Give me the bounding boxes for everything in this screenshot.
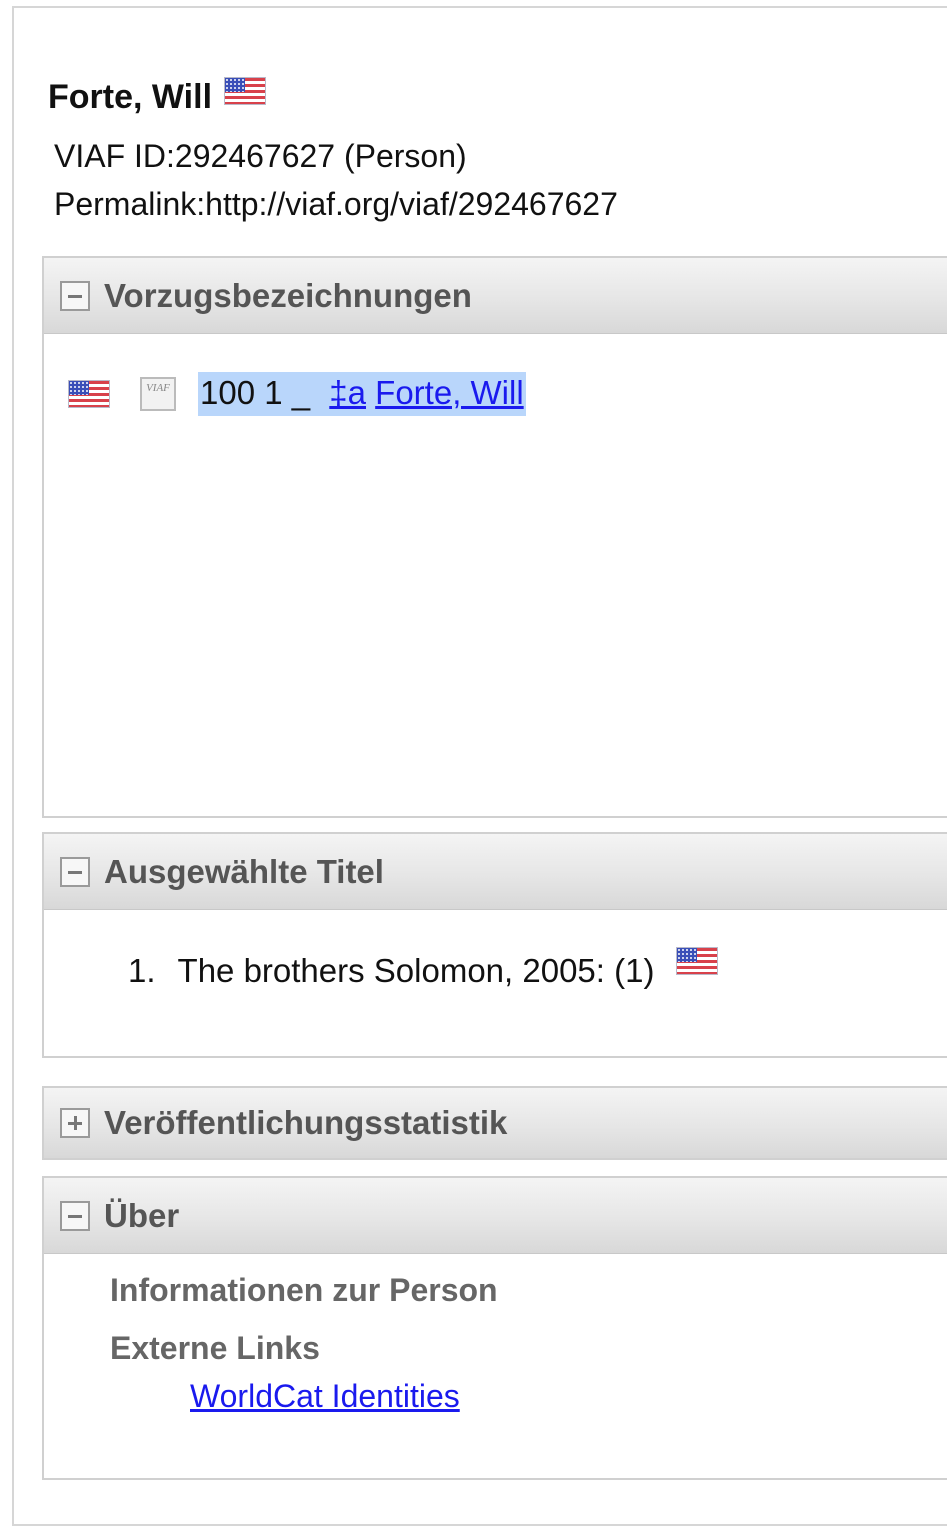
publication-stats-header[interactable]: Veröffentlichungsstatistik	[44, 1088, 947, 1158]
list-item-number: 1.	[128, 952, 156, 989]
person-name: Forte, Will	[48, 78, 213, 116]
preferred-forms-title: Vorzugsbezeichnungen	[104, 276, 472, 314]
person-info-label: Informationen zur Person	[110, 1272, 498, 1308]
list-item-text: The brothers Solomon, 2005: (1)	[177, 952, 655, 989]
collapse-icon[interactable]	[60, 1200, 90, 1231]
marc-tag: 100 1 _	[200, 374, 311, 411]
preferred-forms-header[interactable]: Vorzugsbezeichnungen	[44, 258, 947, 334]
viaf-id: VIAF ID:292467627 (Person)	[54, 138, 467, 174]
selected-titles-header[interactable]: Ausgewählte Titel	[44, 834, 947, 910]
about-header[interactable]: Über	[44, 1178, 947, 1254]
person-name-line: Forte, Will	[48, 76, 267, 117]
collapse-icon[interactable]	[60, 280, 90, 311]
publication-stats-title: Veröffentlichungsstatistik	[104, 1104, 508, 1141]
list-item: 1. The brothers Solomon, 2005: (1)	[128, 947, 719, 990]
selected-titles-title: Ausgewählte Titel	[104, 852, 384, 890]
permalink: Permalink:http://viaf.org/viaf/292467627	[54, 186, 618, 222]
us-flag-icon	[224, 76, 267, 105]
marc-heading: 100 1 _ ‡a Forte, Will	[198, 372, 526, 416]
worldcat-identities-link[interactable]: WorldCat Identities	[190, 1378, 460, 1415]
selected-titles-panel: Ausgewählte Titel 1. The brothers Solomo…	[42, 832, 947, 1058]
about-title: Über	[104, 1196, 180, 1234]
heading-row: VIAF 100 1 _ ‡a Forte, Will	[68, 372, 526, 416]
viaf-source-icon[interactable]: VIAF	[140, 377, 176, 411]
external-links-label: Externe Links	[110, 1330, 320, 1366]
publication-stats-panel: Veröffentlichungsstatistik	[42, 1086, 947, 1160]
expand-icon[interactable]	[60, 1108, 90, 1138]
about-panel: Über Informationen zur Person Externe Li…	[42, 1176, 947, 1480]
us-flag-icon	[676, 947, 719, 975]
us-flag-icon	[68, 380, 110, 408]
marc-subfield-link[interactable]: ‡a	[329, 374, 366, 411]
collapse-icon[interactable]	[60, 856, 90, 887]
preferred-forms-panel: Vorzugsbezeichnungen VIAF 100 1 _ ‡a For…	[42, 256, 947, 818]
heading-value-link[interactable]: Forte, Will	[375, 374, 524, 411]
